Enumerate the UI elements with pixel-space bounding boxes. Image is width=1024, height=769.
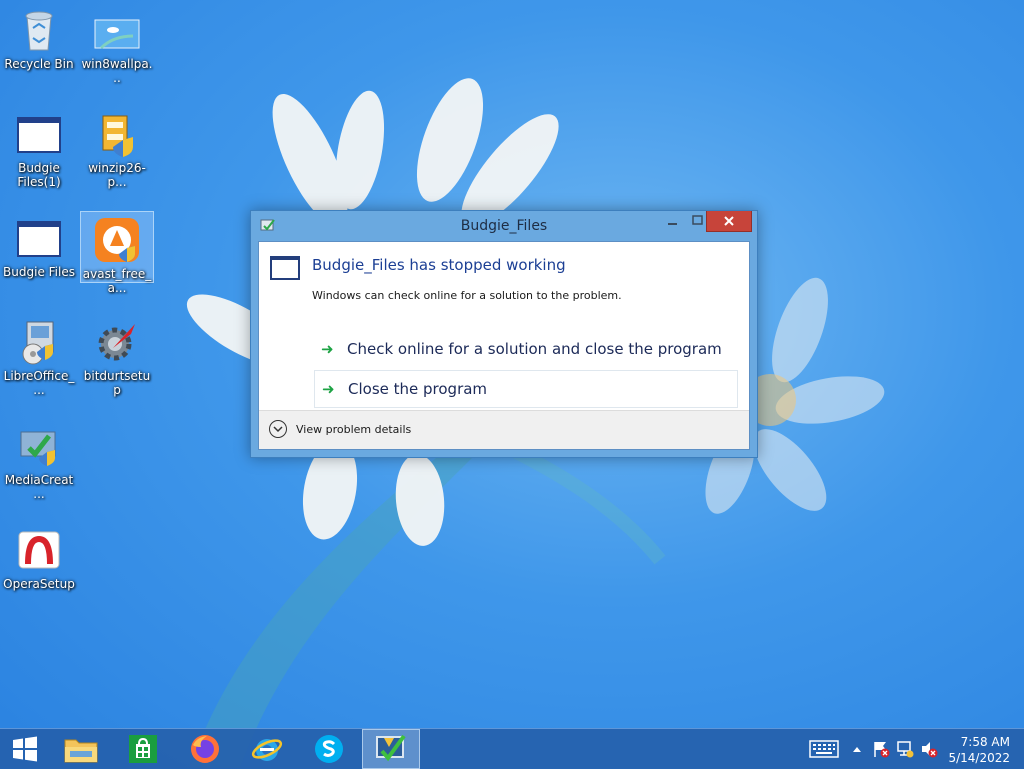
media-creation-icon bbox=[15, 422, 63, 470]
action-center-button[interactable] bbox=[870, 729, 892, 769]
internet-explorer-icon bbox=[251, 739, 283, 761]
dialog-heading: Budgie_Files has stopped working bbox=[312, 256, 566, 274]
recycle-bin-icon bbox=[15, 6, 63, 54]
arrow-right-icon: ➜ bbox=[321, 340, 334, 358]
desktop-icon-label: winzip26-p... bbox=[88, 161, 146, 189]
app-window-icon bbox=[15, 110, 63, 158]
taskbar: 7:58 AM 5/14/2022 bbox=[0, 728, 1024, 769]
taskbar-skype[interactable] bbox=[300, 729, 358, 769]
taskbar-problem-reporting[interactable] bbox=[362, 729, 420, 769]
chevron-down-icon bbox=[273, 426, 283, 433]
keyboard-icon bbox=[809, 740, 839, 758]
flag-error-icon bbox=[874, 742, 890, 758]
taskbar-file-explorer[interactable] bbox=[52, 729, 110, 769]
dialog-content: Budgie_Files has stopped working Windows… bbox=[258, 241, 750, 450]
desktop-icon-budgie-files-1[interactable]: Budgie Files(1) bbox=[3, 106, 75, 189]
desktop-icon-budgie-files[interactable]: Budgie Files bbox=[3, 210, 75, 279]
desktop-icon-label: OperaSetup bbox=[3, 577, 75, 591]
network-button[interactable] bbox=[894, 729, 916, 769]
taskbar-firefox[interactable] bbox=[176, 729, 234, 769]
installer-icon bbox=[93, 110, 141, 158]
desktop-icon-win8wallpaper[interactable]: win8wallpa... bbox=[81, 2, 153, 85]
volume-button[interactable] bbox=[918, 729, 940, 769]
start-button[interactable] bbox=[0, 729, 50, 769]
taskbar-internet-explorer[interactable] bbox=[238, 729, 296, 769]
desktop-icon-label: bitdurtsetup bbox=[83, 369, 151, 397]
clock-time: 7:58 AM bbox=[960, 735, 1010, 749]
dialog-message: Windows can check online for a solution … bbox=[312, 289, 622, 302]
check-online-command[interactable]: ➜ Check online for a solution and close … bbox=[314, 330, 738, 368]
gear-icon bbox=[93, 318, 141, 366]
network-icon bbox=[897, 741, 914, 758]
desktop-icon-bitdurtsetup[interactable]: bitdurtsetup bbox=[81, 314, 153, 397]
desktop-icon-recycle-bin[interactable]: Recycle Bin bbox=[3, 2, 75, 71]
view-details-link[interactable]: View problem details bbox=[296, 423, 411, 436]
opera-icon bbox=[15, 526, 63, 574]
installer-icon bbox=[15, 318, 63, 366]
arrow-right-icon: ➜ bbox=[322, 380, 335, 398]
taskbar-store[interactable] bbox=[114, 729, 172, 769]
touch-keyboard-button[interactable] bbox=[806, 729, 842, 769]
desktop-icon-libreoffice[interactable]: LibreOffice_... bbox=[3, 314, 75, 397]
file-explorer-icon bbox=[64, 739, 98, 763]
close-program-command[interactable]: ➜ Close the program bbox=[314, 370, 738, 408]
problem-reporting-icon bbox=[376, 734, 406, 762]
desktop-icon-label: MediaCreat... bbox=[4, 473, 74, 501]
desktop-icon-label: LibreOffice_... bbox=[3, 369, 75, 397]
image-file-icon bbox=[93, 6, 141, 54]
start-icon bbox=[13, 736, 37, 762]
chevron-up-icon bbox=[853, 747, 861, 752]
command-label: Check online for a solution and close th… bbox=[347, 340, 722, 358]
desktop-icon-label: avast_free_a... bbox=[82, 267, 152, 295]
minimize-button[interactable] bbox=[659, 211, 685, 231]
app-window-icon bbox=[270, 256, 300, 280]
dialog-titlebar[interactable]: Budgie_Files bbox=[251, 211, 757, 241]
skype-icon bbox=[315, 735, 343, 763]
desktop-icon-mediacreation[interactable]: MediaCreat... bbox=[3, 418, 75, 501]
taskbar-clock[interactable]: 7:58 AM 5/14/2022 bbox=[948, 734, 1010, 766]
desktop-icon-winzip[interactable]: winzip26-p... bbox=[81, 106, 153, 189]
desktop-icon-label: Budgie Files(1) bbox=[17, 161, 61, 189]
store-icon bbox=[129, 735, 157, 763]
view-details-toggle[interactable] bbox=[269, 420, 287, 438]
command-label: Close the program bbox=[348, 380, 488, 398]
show-hidden-icons-button[interactable] bbox=[848, 729, 866, 769]
app-window-icon bbox=[15, 214, 63, 262]
desktop-icon-label: Recycle Bin bbox=[4, 57, 74, 71]
close-icon bbox=[724, 216, 734, 226]
volume-muted-icon bbox=[922, 742, 938, 758]
desktop-icon-operasetup[interactable]: OperaSetup bbox=[3, 522, 75, 591]
dialog-footer: View problem details bbox=[259, 410, 749, 449]
clock-date: 5/14/2022 bbox=[948, 751, 1010, 765]
desktop-icon-label: Budgie Files bbox=[3, 265, 75, 279]
firefox-icon bbox=[191, 735, 219, 763]
close-button[interactable] bbox=[706, 211, 752, 232]
desktop-icon-avast[interactable]: avast_free_a... bbox=[80, 211, 154, 295]
desktop-icon-label: win8wallpa... bbox=[81, 57, 153, 85]
error-dialog: Budgie_Files Budgie_Files has stopped wo… bbox=[250, 210, 758, 458]
avast-icon bbox=[93, 216, 141, 264]
